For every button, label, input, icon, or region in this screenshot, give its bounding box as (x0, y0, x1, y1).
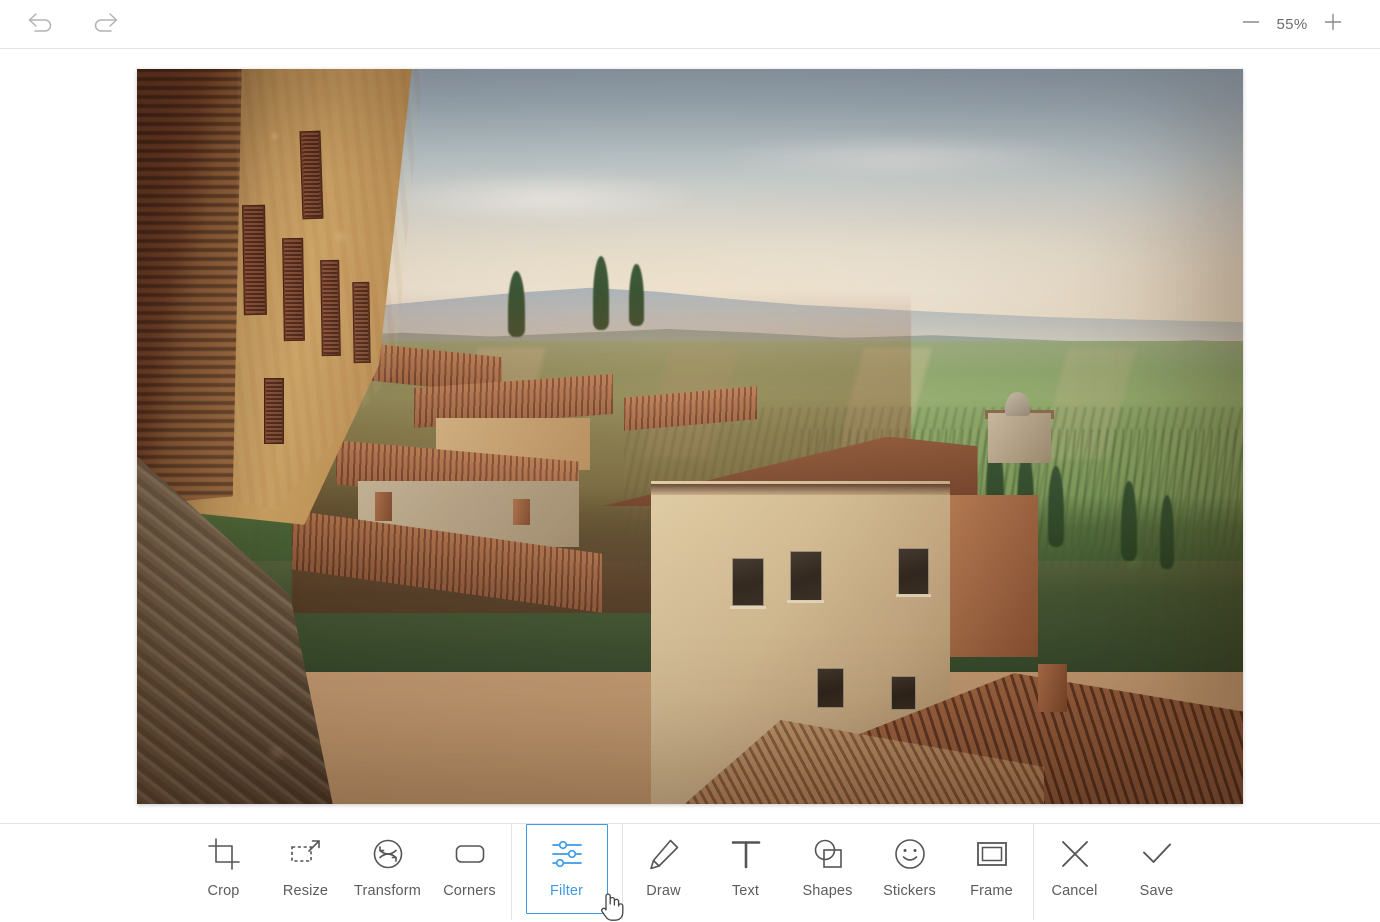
tool-transform-label: Transform (354, 883, 421, 899)
edit-tools: Crop Resize Transform Corners Filter Dra… (183, 824, 1198, 922)
zoom-level-value: 55% (1276, 15, 1308, 33)
check-icon (1140, 837, 1174, 871)
x-icon (1058, 837, 1092, 871)
tool-filter[interactable]: Filter (525, 824, 608, 914)
cancel-button[interactable]: Cancel (1034, 824, 1116, 914)
resize-icon (289, 837, 323, 871)
undo-button[interactable] (20, 7, 62, 41)
save-button-label: Save (1139, 883, 1174, 899)
tool-draw-label: Draw (646, 883, 681, 899)
tool-text-label: Text (731, 883, 760, 899)
bottom-toolbar: Crop Resize Transform Corners Filter Dra… (0, 823, 1380, 922)
pencil-icon (647, 837, 681, 871)
minus-icon (1241, 12, 1261, 37)
tool-corners-label: Corners (443, 883, 496, 899)
tool-filter-label: Filter (549, 883, 584, 899)
corners-icon (453, 837, 487, 871)
tool-frame-label: Frame (970, 883, 1013, 899)
zoom-out-button[interactable] (1232, 7, 1270, 41)
tool-stickers[interactable]: Stickers (869, 824, 951, 914)
tool-resize-label: Resize (282, 883, 329, 899)
undo-arrow-icon (26, 11, 56, 38)
zoom-controls: 55% (1232, 7, 1380, 41)
tool-shapes-label: Shapes (802, 883, 853, 899)
text-t-icon (729, 837, 763, 871)
zoom-in-button[interactable] (1314, 7, 1352, 41)
top-toolbar: 55% (0, 0, 1380, 49)
photo-vignette (137, 69, 1243, 804)
tool-frame[interactable]: Frame (951, 824, 1033, 914)
toolbar-divider (510, 824, 512, 920)
save-button[interactable]: Save (1116, 824, 1198, 914)
plus-icon (1323, 12, 1343, 37)
tool-draw[interactable]: Draw (623, 824, 705, 914)
tool-transform[interactable]: Transform (347, 824, 429, 914)
tool-resize[interactable]: Resize (265, 824, 347, 914)
frame-icon (975, 837, 1009, 871)
shapes-icon (811, 837, 845, 871)
smiley-icon (893, 837, 927, 871)
redo-arrow-icon (90, 11, 120, 38)
edited-photo[interactable] (137, 69, 1243, 804)
redo-button[interactable] (84, 7, 126, 41)
editor-canvas[interactable] (0, 49, 1380, 823)
photo-editor-window: 55% Crop Resize Transform Corners Filter… (0, 0, 1380, 922)
tool-crop-label: Crop (207, 883, 240, 899)
cancel-button-label: Cancel (1051, 883, 1098, 899)
tool-text[interactable]: Text (705, 824, 787, 914)
tool-stickers-label: Stickers (883, 883, 936, 899)
sliders-icon (550, 837, 584, 871)
history-controls (0, 7, 126, 41)
tool-crop[interactable]: Crop (183, 824, 265, 914)
transform-icon (371, 837, 405, 871)
crop-icon (207, 837, 241, 871)
tool-corners[interactable]: Corners (429, 824, 511, 914)
tool-shapes[interactable]: Shapes (787, 824, 869, 914)
